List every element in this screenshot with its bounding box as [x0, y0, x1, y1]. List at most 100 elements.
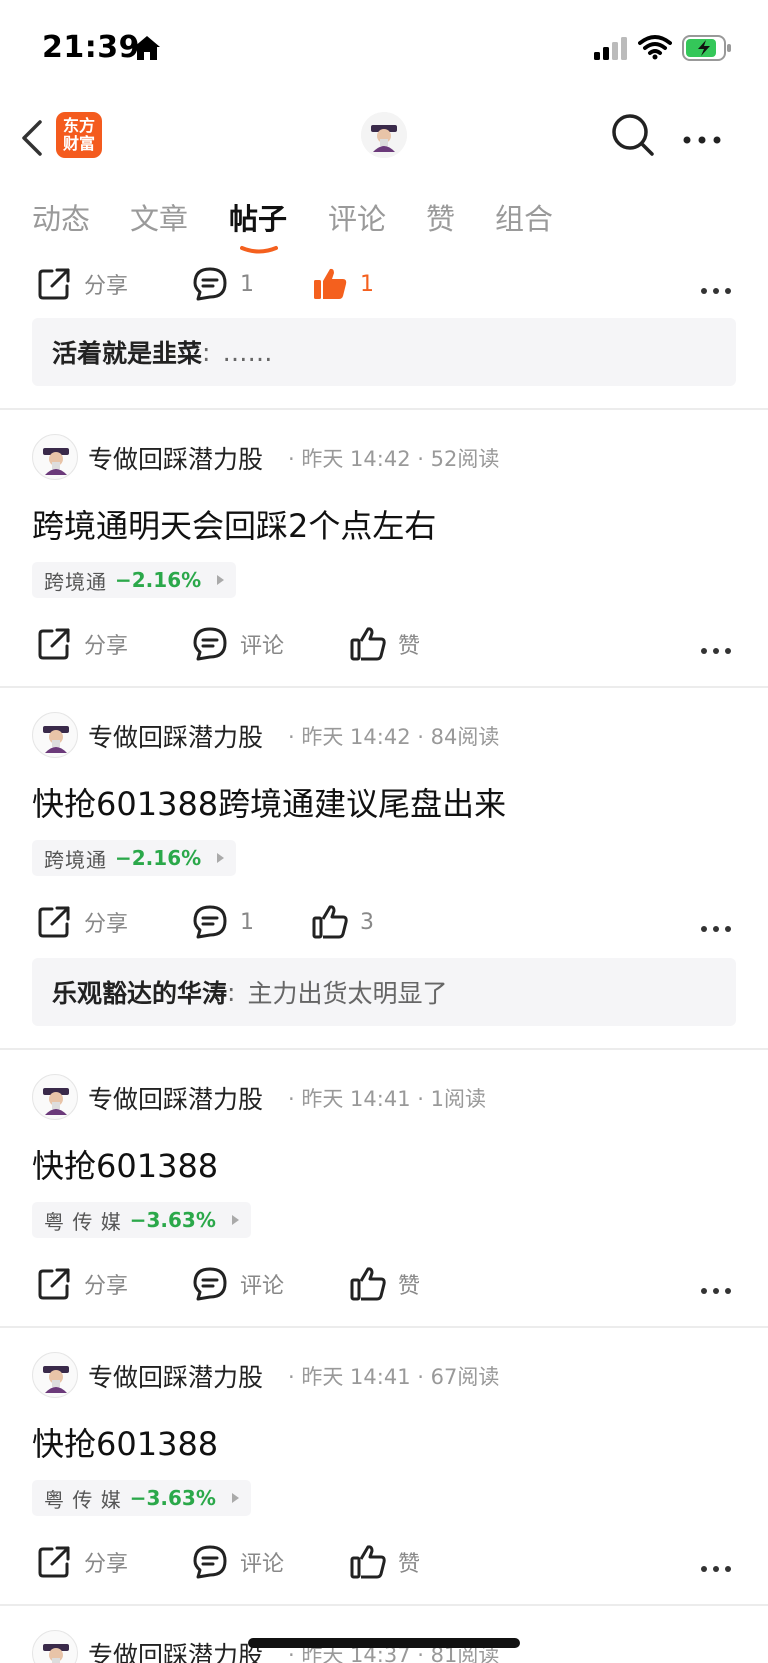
post-card[interactable]: 专做回踩潜力股 · 昨天 14:41 · 1阅读 快抢601388 粤 传 媒 …: [0, 1050, 768, 1328]
post-card[interactable]: 专做回踩潜力股 · 昨天 14:41 · 67阅读 快抢601388 粤 传 媒…: [0, 1328, 768, 1606]
share-button[interactable]: 分享: [36, 1266, 128, 1302]
caret-right-icon: [231, 1215, 239, 1225]
tab-comments[interactable]: 评论: [328, 196, 386, 238]
thumbs-up-filled-icon: [314, 268, 347, 299]
comment-button[interactable]: 评论: [192, 626, 284, 662]
share-icon: [38, 906, 70, 938]
like-button[interactable]: 赞: [350, 1544, 420, 1580]
read-count: 1阅读: [430, 1087, 486, 1111]
like-label: 赞: [398, 1552, 421, 1577]
caret-right-icon: [231, 1493, 239, 1503]
author-avatar[interactable]: [32, 1352, 78, 1398]
more-options-icon[interactable]: [700, 280, 732, 299]
post-time: 昨天 14:41: [301, 1087, 411, 1111]
comment-button[interactable]: 1: [192, 266, 254, 302]
comment-button[interactable]: 评论: [192, 1544, 284, 1580]
share-button[interactable]: 分享: [36, 904, 128, 940]
post-title[interactable]: 快抢601388: [0, 1418, 768, 1474]
share-button[interactable]: 分享: [36, 626, 128, 662]
comment-icon: [193, 1267, 227, 1301]
author-name[interactable]: 专做回踩潜力股: [88, 440, 263, 476]
tab-portfolios[interactable]: 组合: [495, 196, 553, 238]
post-actions: 分享 评论 赞: [0, 612, 768, 674]
tab-articles[interactable]: 文章: [130, 196, 188, 238]
comment-icon: [193, 905, 227, 939]
like-button[interactable]: 1: [312, 266, 374, 302]
author-avatar[interactable]: [32, 434, 78, 480]
author-name[interactable]: 专做回踩潜力股: [88, 1080, 263, 1116]
more-options-icon[interactable]: [700, 1280, 732, 1299]
author-name[interactable]: 专做回踩潜力股: [88, 718, 263, 754]
thumbs-up-icon: [350, 1267, 386, 1301]
comment-count: 1: [240, 909, 254, 935]
status-time: 21:39: [42, 30, 140, 65]
stock-tag[interactable]: 粤 传 媒 −3.63%: [32, 1202, 251, 1238]
tab-posts[interactable]: 帖子: [229, 196, 287, 238]
like-button[interactable]: 赞: [350, 626, 420, 662]
stock-name: 粤 传 媒: [44, 1209, 122, 1234]
post-time: 昨天 14:42: [301, 725, 411, 749]
like-button[interactable]: 3: [312, 904, 374, 940]
comment-preview[interactable]: 活着就是韭菜 : ……: [32, 318, 736, 386]
comment-count: 1: [240, 271, 254, 297]
stock-name: 粤 传 媒: [44, 1487, 122, 1512]
more-icon[interactable]: [682, 130, 722, 149]
author-avatar[interactable]: [32, 712, 78, 758]
comment-text: ……: [222, 337, 273, 367]
share-button[interactable]: 分享: [36, 266, 128, 302]
stock-tag[interactable]: 跨境通 −2.16%: [32, 840, 237, 876]
more-options-icon[interactable]: [700, 918, 732, 937]
post-title[interactable]: 快抢601388跨境通建议尾盘出来: [0, 778, 768, 834]
logo-line-2: 财富: [62, 134, 95, 153]
post-card[interactable]: 专做回踩潜力股 · 昨天 14:42 · 84阅读 快抢601388跨境通建议尾…: [0, 688, 768, 1050]
home-indicator: [248, 1638, 520, 1648]
share-label: 分享: [84, 1552, 129, 1577]
post-actions: 分享 评论 赞: [0, 1530, 768, 1592]
post-title[interactable]: 跨境通明天会回踩2个点左右: [0, 500, 768, 556]
share-icon: [38, 1268, 70, 1300]
stock-tag[interactable]: 跨境通 −2.16%: [32, 562, 237, 598]
stock-change: −3.63%: [129, 1208, 216, 1232]
profile-tabs: 动态 文章 帖子 评论 赞 组合: [0, 196, 768, 256]
post-card[interactable]: 专做回踩潜力股 · 昨天 14:37 · 81阅读: [0, 1606, 768, 1663]
author-avatar[interactable]: [32, 1630, 78, 1663]
share-icon: [38, 1546, 70, 1578]
read-count: 67阅读: [430, 1365, 500, 1389]
like-label: 赞: [398, 1274, 421, 1299]
nav-bar: 东方 财富: [0, 100, 768, 180]
stock-tag[interactable]: 粤 传 媒 −3.63%: [32, 1480, 251, 1516]
share-icon: [38, 268, 70, 300]
tab-likes[interactable]: 赞: [426, 196, 455, 238]
cellular-signal-icon: [594, 36, 628, 64]
back-icon[interactable]: [18, 118, 46, 162]
battery-icon: [682, 34, 732, 66]
more-options-icon[interactable]: [700, 640, 732, 659]
search-icon[interactable]: [610, 112, 656, 162]
caret-right-icon: [217, 853, 225, 863]
comment-username: 乐观豁达的华涛: [52, 979, 228, 1008]
author-avatar[interactable]: [32, 1074, 78, 1120]
post-title[interactable]: 快抢601388: [0, 1140, 768, 1196]
post-time: 昨天 14:42: [301, 447, 411, 471]
app-logo: 东方 财富: [56, 112, 102, 158]
more-options-icon[interactable]: [700, 1558, 732, 1577]
comment-button[interactable]: 1: [192, 904, 254, 940]
thumbs-up-icon: [350, 1545, 386, 1579]
like-button[interactable]: 赞: [350, 1266, 420, 1302]
tab-dynamic[interactable]: 动态: [32, 196, 90, 238]
like-label: 赞: [398, 634, 421, 659]
status-bar: 21:39: [0, 0, 768, 100]
comment-preview[interactable]: 乐观豁达的华涛 : 主力出货太明显了: [32, 958, 736, 1026]
share-label: 分享: [84, 634, 129, 659]
like-count: 1: [360, 271, 374, 297]
user-avatar[interactable]: [361, 112, 407, 158]
comment-icon: [193, 1545, 227, 1579]
comment-icon: [193, 267, 227, 301]
post-card[interactable]: 专做回踩潜力股 · 昨天 14:42 · 52阅读 跨境通明天会回踩2个点左右 …: [0, 410, 768, 688]
comment-button[interactable]: 评论: [192, 1266, 284, 1302]
share-label: 分享: [84, 1274, 129, 1299]
author-name[interactable]: 专做回踩潜力股: [88, 1358, 263, 1394]
comment-username: 活着就是韭菜: [52, 339, 203, 368]
share-button[interactable]: 分享: [36, 1544, 128, 1580]
author-name[interactable]: 专做回踩潜力股: [88, 1636, 263, 1663]
